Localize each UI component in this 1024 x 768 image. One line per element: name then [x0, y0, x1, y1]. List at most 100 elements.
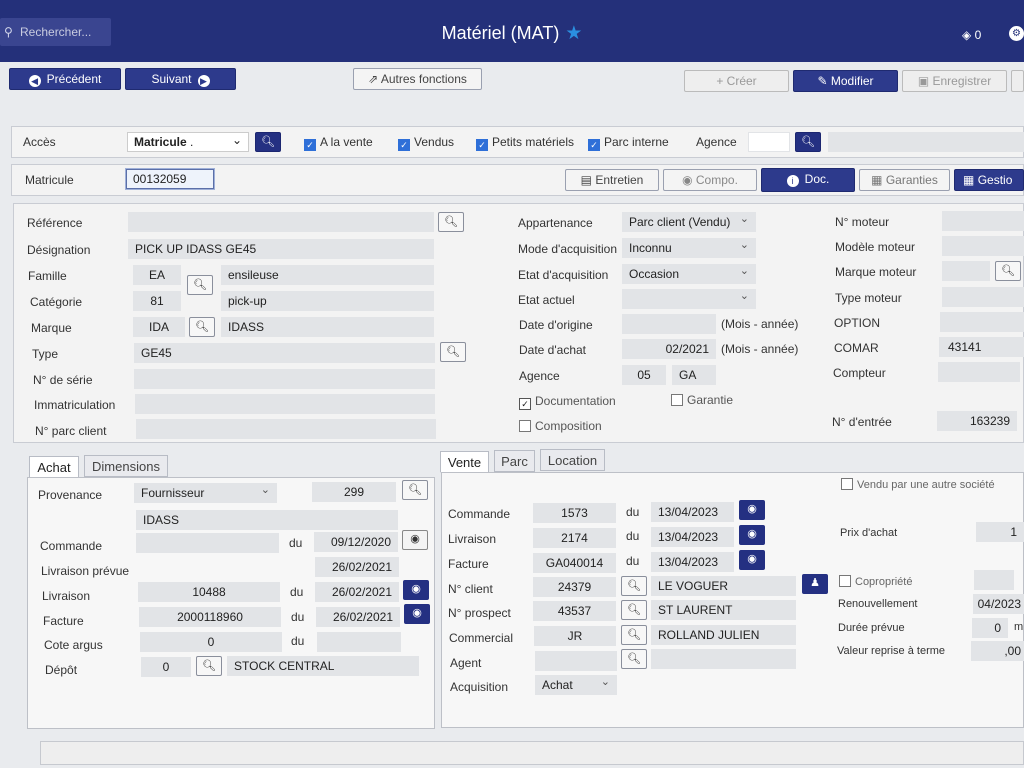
mode-acquisition-select[interactable]: Inconnu: [622, 238, 756, 258]
agent-search-button[interactable]: 🔍︎: [621, 649, 647, 669]
entretien-button[interactable]: ▤ Entretien: [565, 169, 659, 191]
agent-code-field[interactable]: [535, 651, 617, 671]
cote-argus-field[interactable]: 0: [140, 632, 282, 652]
date-achat-field[interactable]: 02/2021: [622, 339, 716, 359]
immatriculation-field[interactable]: [135, 394, 435, 414]
compteur-field[interactable]: [938, 362, 1020, 382]
client-code-field[interactable]: 24379: [533, 577, 616, 597]
marque-search-button[interactable]: 🔍︎: [189, 317, 215, 337]
famille-code-field[interactable]: EA: [133, 265, 181, 285]
save-button[interactable]: ▣ Enregistrer: [902, 70, 1007, 92]
gestion-button[interactable]: ▦ Gestio: [954, 169, 1024, 191]
marque-moteur-field[interactable]: [942, 261, 990, 281]
composition-checkbox[interactable]: Composition: [519, 419, 602, 433]
etat-acquisition-select[interactable]: Occasion: [622, 264, 756, 284]
commercial-code-field[interactable]: JR: [534, 626, 616, 646]
tab-vente[interactable]: Vente: [440, 451, 489, 473]
tab-parc[interactable]: Parc: [494, 450, 535, 472]
appartenance-select[interactable]: Parc client (Vendu): [622, 212, 756, 232]
vente-facture-date-field[interactable]: 13/04/2023: [651, 552, 734, 572]
achat-facture-date-field[interactable]: 26/02/2021: [316, 607, 400, 627]
tab-dimensions[interactable]: Dimensions: [84, 455, 168, 477]
next-button[interactable]: Suivant ▶: [125, 68, 236, 90]
achat-facture-field[interactable]: 2000118960: [139, 607, 281, 627]
provenance-select[interactable]: Fournisseur: [134, 483, 277, 503]
client-search-button[interactable]: 🔍︎: [621, 576, 647, 596]
date-origine-field[interactable]: [622, 314, 716, 334]
designation-field[interactable]: PICK UP IDASS GE45: [128, 239, 434, 259]
main-agence-code-field[interactable]: 05: [622, 365, 666, 385]
provenance-code-field[interactable]: 299: [312, 482, 396, 502]
vente-facture-view-button[interactable]: ◉: [739, 550, 765, 570]
favorite-star-icon[interactable]: ★: [565, 23, 582, 44]
type-field[interactable]: GE45: [134, 343, 435, 363]
famille-search-button[interactable]: 🔍︎: [187, 275, 213, 295]
other-functions-button[interactable]: ⇗ Autres fonctions: [353, 68, 482, 90]
garanties-button[interactable]: ▦ Garanties: [859, 169, 950, 191]
prix-achat-field[interactable]: 1: [976, 522, 1024, 542]
achat-livraison-date-field[interactable]: 26/02/2021: [315, 582, 399, 602]
etat-actuel-select[interactable]: [622, 289, 756, 309]
livraison-prevue-date-field[interactable]: 26/02/2021: [315, 557, 399, 577]
achat-livraison-field[interactable]: 10488: [138, 582, 280, 602]
commercial-search-button[interactable]: 🔍︎: [621, 625, 647, 645]
renouvellement-field[interactable]: 04/2023: [973, 594, 1024, 614]
achat-facture-view-button[interactable]: ◉: [404, 604, 430, 624]
provenance-search-button[interactable]: 🔍︎: [402, 480, 428, 500]
access-search-button[interactable]: 🔍︎: [255, 132, 281, 152]
n-moteur-field[interactable]: [942, 211, 1024, 231]
valeur-reprise-field[interactable]: ,00: [971, 641, 1024, 661]
previous-button[interactable]: ◀ Précédent: [9, 68, 121, 90]
n-entree-field[interactable]: 163239: [937, 411, 1017, 431]
filter-petits-materiels[interactable]: ✓ Petits matériels: [476, 135, 574, 151]
prospect-search-button[interactable]: 🔍︎: [621, 600, 647, 620]
vente-facture-field[interactable]: GA040014: [533, 553, 616, 573]
garantie-checkbox[interactable]: Garantie: [671, 393, 733, 407]
agence-search-button[interactable]: 🔍︎: [795, 132, 821, 152]
tab-location[interactable]: Location: [540, 449, 605, 471]
copropriete-checkbox[interactable]: Copropriété: [839, 575, 912, 588]
cote-argus-date-field[interactable]: [317, 632, 401, 652]
toolbar-extra-button[interactable]: [1011, 70, 1024, 92]
access-select[interactable]: Matricule . ⌄: [127, 132, 249, 152]
modify-button[interactable]: ✎ Modifier: [793, 70, 898, 92]
tab-achat[interactable]: Achat: [29, 456, 79, 478]
type-search-button[interactable]: 🔍︎: [440, 342, 466, 362]
achat-livraison-view-button[interactable]: ◉: [403, 580, 429, 600]
filter-parc-interne[interactable]: ✓ Parc interne: [588, 135, 669, 151]
copropriete-field[interactable]: [974, 570, 1014, 590]
create-button[interactable]: + Créer: [684, 70, 789, 92]
categorie-code-field[interactable]: 81: [133, 291, 181, 311]
vente-livraison-field[interactable]: 2174: [533, 528, 616, 548]
type-moteur-field[interactable]: [942, 287, 1024, 307]
vente-livraison-view-button[interactable]: ◉: [739, 525, 765, 545]
documentation-checkbox[interactable]: ✓ Documentation: [519, 394, 616, 410]
client-contact-button[interactable]: ♟: [802, 574, 828, 594]
marque-moteur-search-button[interactable]: 🔍︎: [995, 261, 1021, 281]
parc-client-field[interactable]: [136, 419, 436, 439]
vendu-autre-societe-checkbox[interactable]: Vendu par une autre société: [841, 478, 995, 491]
reference-search-button[interactable]: 🔍︎: [438, 212, 464, 232]
doc-button[interactable]: i Doc.: [761, 168, 855, 192]
vente-commande-field[interactable]: 1573: [533, 503, 616, 523]
vente-commande-date-field[interactable]: 13/04/2023: [651, 502, 734, 522]
depot-search-button[interactable]: 🔍︎: [196, 656, 222, 676]
settings-icon[interactable]: ⚙: [1009, 26, 1024, 41]
vente-livraison-date-field[interactable]: 13/04/2023: [651, 527, 734, 547]
compo-button[interactable]: ◉ Compo.: [663, 169, 757, 191]
vente-commande-view-button[interactable]: ◉: [739, 500, 765, 520]
marque-code-field[interactable]: IDA: [133, 317, 185, 337]
serie-field[interactable]: [134, 369, 435, 389]
option-field[interactable]: [940, 312, 1024, 332]
matricule-input[interactable]: 00132059: [126, 169, 214, 189]
comar-field[interactable]: 43141: [939, 337, 1024, 357]
vente-acquisition-select[interactable]: Achat: [535, 675, 617, 695]
achat-commande-view-button[interactable]: ◉: [402, 530, 428, 550]
layers-indicator[interactable]: ◈ 0: [962, 28, 981, 42]
achat-commande-field[interactable]: [136, 533, 279, 553]
prospect-code-field[interactable]: 43537: [533, 601, 616, 621]
reference-field[interactable]: [128, 212, 434, 232]
duree-prevue-field[interactable]: 0: [972, 618, 1008, 638]
modele-moteur-field[interactable]: [942, 236, 1024, 256]
filter-vendus[interactable]: ✓ Vendus: [398, 135, 454, 151]
